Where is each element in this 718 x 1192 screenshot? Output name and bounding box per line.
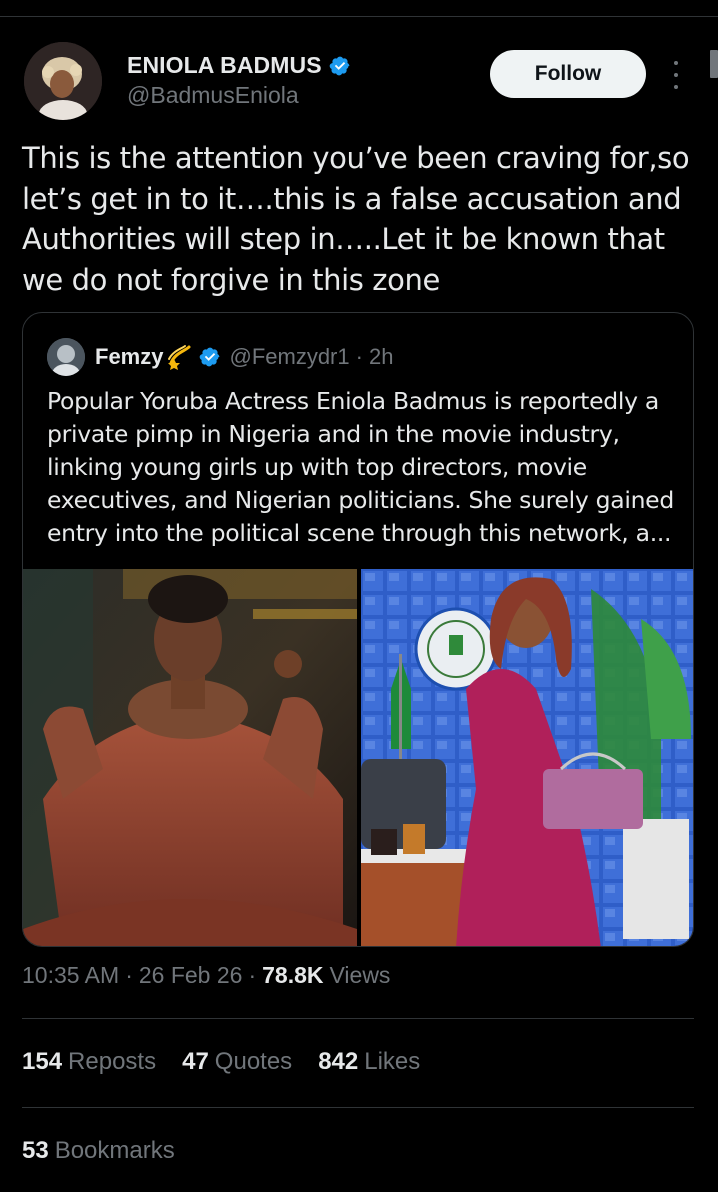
tweet-date[interactable]: 26 Feb 26 bbox=[139, 962, 243, 989]
reposts-label: Reposts bbox=[68, 1048, 157, 1075]
media-photo-2[interactable] bbox=[360, 569, 693, 946]
author-handle[interactable]: @BadmusEniola bbox=[127, 82, 299, 109]
tweet-meta: 10:35 AM · 26 Feb 26 · 78.8K Views bbox=[22, 962, 390, 989]
scrollbar-thumb[interactable] bbox=[710, 50, 718, 78]
quotes-count: 47 bbox=[182, 1048, 209, 1075]
quoted-tweet-header: Femzy @Femzydr1 · 2h bbox=[47, 337, 393, 377]
likes-label: Likes bbox=[364, 1048, 421, 1075]
dot-separator: · bbox=[125, 962, 133, 988]
quotes-label: Quotes bbox=[214, 1048, 293, 1075]
quoted-tweet-text: Popular Yoruba Actress Eniola Badmus is … bbox=[47, 387, 674, 547]
avatar[interactable] bbox=[24, 42, 102, 120]
quoted-timestamp[interactable]: 2h bbox=[369, 344, 393, 370]
quoted-tweet[interactable]: Femzy @Femzydr1 · 2h Popular Yoruba Actr… bbox=[22, 312, 694, 947]
tweet-time[interactable]: 10:35 AM bbox=[22, 962, 119, 989]
quoted-author-name[interactable]: Femzy bbox=[95, 344, 163, 370]
more-options-icon[interactable] bbox=[669, 58, 683, 92]
follow-button[interactable]: Follow bbox=[490, 50, 646, 98]
quotes-stat[interactable]: 47 Quotes bbox=[182, 1048, 292, 1076]
top-divider bbox=[0, 16, 718, 17]
media-photo-1[interactable] bbox=[23, 569, 358, 946]
tweet-text: This is the attention you’ve been cravin… bbox=[22, 141, 690, 297]
dot-separator: · bbox=[248, 962, 257, 988]
dot-separator: · bbox=[355, 344, 363, 369]
bookmarks-label: Bookmarks bbox=[54, 1137, 175, 1164]
divider bbox=[22, 1018, 694, 1019]
quoted-author-handle[interactable]: @Femzydr1 bbox=[229, 344, 349, 370]
views-label: Views bbox=[329, 962, 391, 988]
likes-stat[interactable]: 842 Likes bbox=[318, 1048, 420, 1076]
reposts-stat[interactable]: 154 Reposts bbox=[22, 1048, 156, 1076]
engagement-stats: 154 Reposts 47 Quotes 842 Likes bbox=[22, 1048, 446, 1076]
divider bbox=[22, 1107, 694, 1108]
tweet-header: ENIOLA BADMUS @BadmusEniola Follow bbox=[24, 42, 694, 122]
verified-badge-icon bbox=[200, 347, 220, 367]
likes-count: 842 bbox=[318, 1048, 359, 1075]
quoted-media-grid bbox=[23, 569, 693, 946]
dizzy-icon bbox=[168, 345, 191, 370]
reposts-count: 154 bbox=[22, 1048, 63, 1075]
author-display-name[interactable]: ENIOLA BADMUS bbox=[127, 52, 322, 79]
views-count: 78.8K bbox=[262, 962, 324, 988]
verified-badge-icon bbox=[329, 56, 350, 75]
bookmarks-stat[interactable]: 53 Bookmarks bbox=[22, 1137, 175, 1165]
bookmarks-count: 53 bbox=[22, 1137, 49, 1164]
quoted-avatar[interactable] bbox=[47, 338, 85, 376]
